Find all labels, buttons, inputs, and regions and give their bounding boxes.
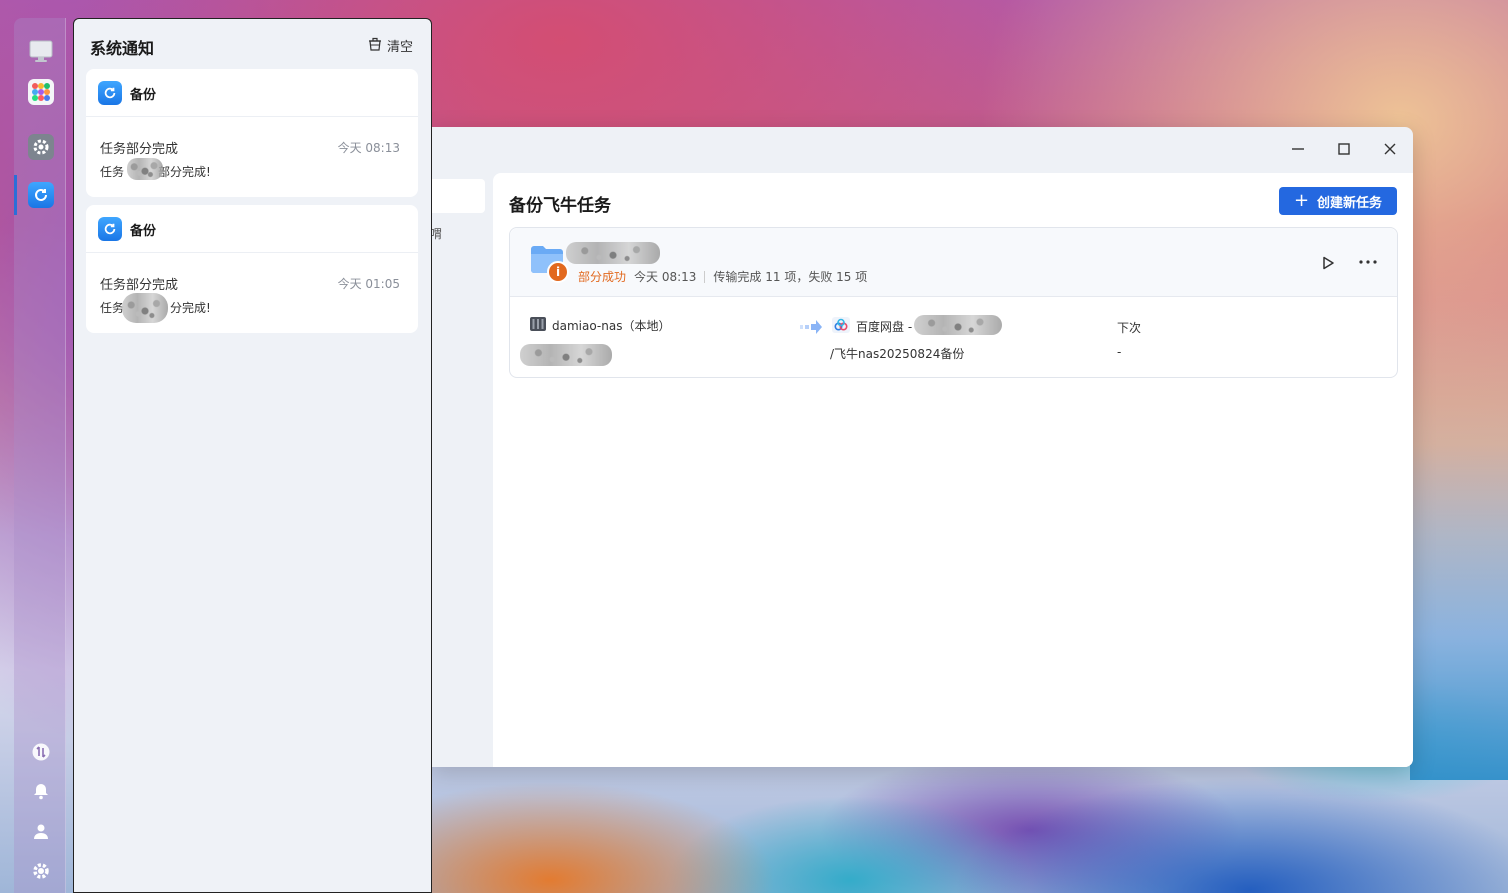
backup-app-icon[interactable]: [28, 182, 54, 208]
trash-icon: [368, 37, 382, 55]
notification-panel-title: 系统通知: [90, 39, 155, 58]
notification-card[interactable]: 备份 任务部分完成 今天 08:13 任务 部分完成!: [86, 69, 418, 197]
backup-app-window: 喟 备份飞牛任务 + 创建新任务 i 部分成功 今天 08:13 传输完成 11…: [430, 127, 1413, 767]
notification-body-prefix: 任务: [100, 165, 125, 179]
task-name-redacted: [122, 293, 168, 323]
wallpaper-right-edge: [1410, 300, 1508, 780]
next-run-label: 下次: [1117, 321, 1142, 335]
task-name-redacted: [566, 242, 660, 264]
notification-body-suffix: 部分完成!: [158, 165, 211, 179]
source-location: damiao-nas（本地）: [530, 317, 670, 334]
play-icon[interactable]: [1318, 253, 1338, 273]
bell-icon[interactable]: [31, 781, 51, 801]
dock-active-indicator: [14, 175, 17, 215]
dock: [14, 18, 66, 893]
notification-panel: 系统通知 清空 备份 任务部分完成 今天 08:13 任务 部分完成! 备份 任务…: [73, 18, 432, 893]
destination-location: 百度网盘 -: [832, 317, 912, 336]
clear-label: 清空: [387, 40, 414, 55]
main-panel: 备份飞牛任务 + 创建新任务 i 部分成功 今天 08:13 传输完成 11 项…: [493, 173, 1413, 767]
notification-app-name: 备份: [130, 88, 157, 103]
notification-body-suffix: 分完成!: [170, 301, 211, 315]
notification-title: 任务部分完成: [100, 278, 179, 293]
backup-app-icon: [98, 217, 122, 241]
gear-icon[interactable]: [31, 861, 51, 881]
destination-account-redacted: [914, 315, 1002, 335]
arrow-right-icon: [800, 320, 822, 334]
task-summary: 传输完成 11 项，失败 15 项: [713, 270, 868, 284]
plus-icon: +: [1293, 190, 1310, 211]
more-options-icon[interactable]: [1356, 252, 1380, 272]
transfer-icon[interactable]: [31, 742, 51, 762]
task-time: 今天 08:13: [634, 270, 697, 284]
create-task-button[interactable]: + 创建新任务: [1279, 187, 1397, 215]
status-badge: 部分成功: [578, 270, 627, 284]
desktop-icon[interactable]: [28, 38, 54, 64]
next-run-value: -: [1117, 345, 1122, 359]
destination-path: /飞牛nas20250824备份: [830, 347, 965, 361]
user-icon[interactable]: [31, 821, 51, 841]
task-card[interactable]: i 部分成功 今天 08:13 传输完成 11 项，失败 15 项 damiao…: [509, 227, 1398, 378]
notification-body-prefix: 任务: [100, 301, 125, 315]
destination-label: 百度网盘 -: [856, 320, 913, 334]
warning-icon: i: [547, 261, 569, 283]
notification-card-header: 备份: [86, 205, 418, 253]
baidu-pan-icon: [832, 317, 850, 336]
task-status-line: 部分成功 今天 08:13 传输完成 11 项，失败 15 项: [578, 268, 867, 285]
notification-title: 任务部分完成: [100, 142, 179, 157]
notification-time: 今天 01:05: [337, 277, 400, 291]
settings-app-icon[interactable]: [28, 134, 54, 160]
source-label: damiao-nas（本地）: [552, 319, 671, 333]
task-card-header: i 部分成功 今天 08:13 传输完成 11 项，失败 15 项: [510, 228, 1397, 297]
divider: [704, 270, 706, 283]
app-center-icon[interactable]: [28, 79, 54, 105]
clear-notifications-button[interactable]: 清空: [368, 36, 413, 55]
task-name-redacted: [127, 158, 163, 180]
backup-app-icon: [98, 81, 122, 105]
page-title: 备份飞牛任务: [509, 196, 611, 216]
close-icon[interactable]: [1378, 139, 1402, 159]
create-task-label: 创建新任务: [1317, 195, 1383, 211]
nas-icon: [530, 317, 546, 334]
minimize-icon[interactable]: [1286, 139, 1310, 159]
notification-card-header: 备份: [86, 69, 418, 117]
notification-app-name: 备份: [130, 224, 157, 239]
maximize-icon[interactable]: [1332, 139, 1356, 159]
notification-time: 今天 08:13: [337, 141, 400, 155]
source-path-redacted: [520, 344, 612, 366]
sidebar-selected-item[interactable]: [430, 179, 485, 213]
notification-card[interactable]: 备份 任务部分完成 今天 01:05 任务 分完成!: [86, 205, 418, 333]
folder-icon: i: [530, 244, 570, 284]
